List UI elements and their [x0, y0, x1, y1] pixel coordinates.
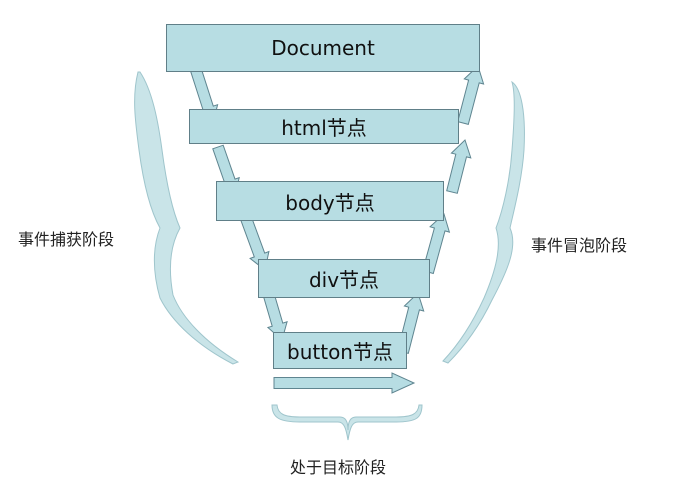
- div-node-label: div节点: [308, 268, 380, 292]
- button-node-box: button节点: [273, 332, 407, 369]
- body-node-label: body节点: [285, 190, 375, 215]
- html-node-label: html节点: [281, 116, 367, 140]
- target-phase-label: 处于目标阶段: [290, 458, 387, 477]
- target-phase-arrow: [273, 372, 416, 394]
- bubble-arrow-body-to-html: [446, 139, 472, 194]
- body-node-box: body节点: [216, 181, 444, 221]
- target-phase-brace: [271, 404, 423, 441]
- button-node-label: button节点: [287, 340, 393, 364]
- document-node-box: Document: [166, 24, 480, 72]
- html-node-box: html节点: [189, 109, 459, 144]
- capture-phase-label: 事件捕获阶段: [18, 230, 115, 249]
- bubble-arrow-html-to-document: [457, 65, 485, 126]
- document-node-label: Document: [271, 36, 375, 60]
- div-node-box: div节点: [258, 259, 430, 298]
- bubble-phase-label: 事件冒泡阶段: [531, 236, 628, 255]
